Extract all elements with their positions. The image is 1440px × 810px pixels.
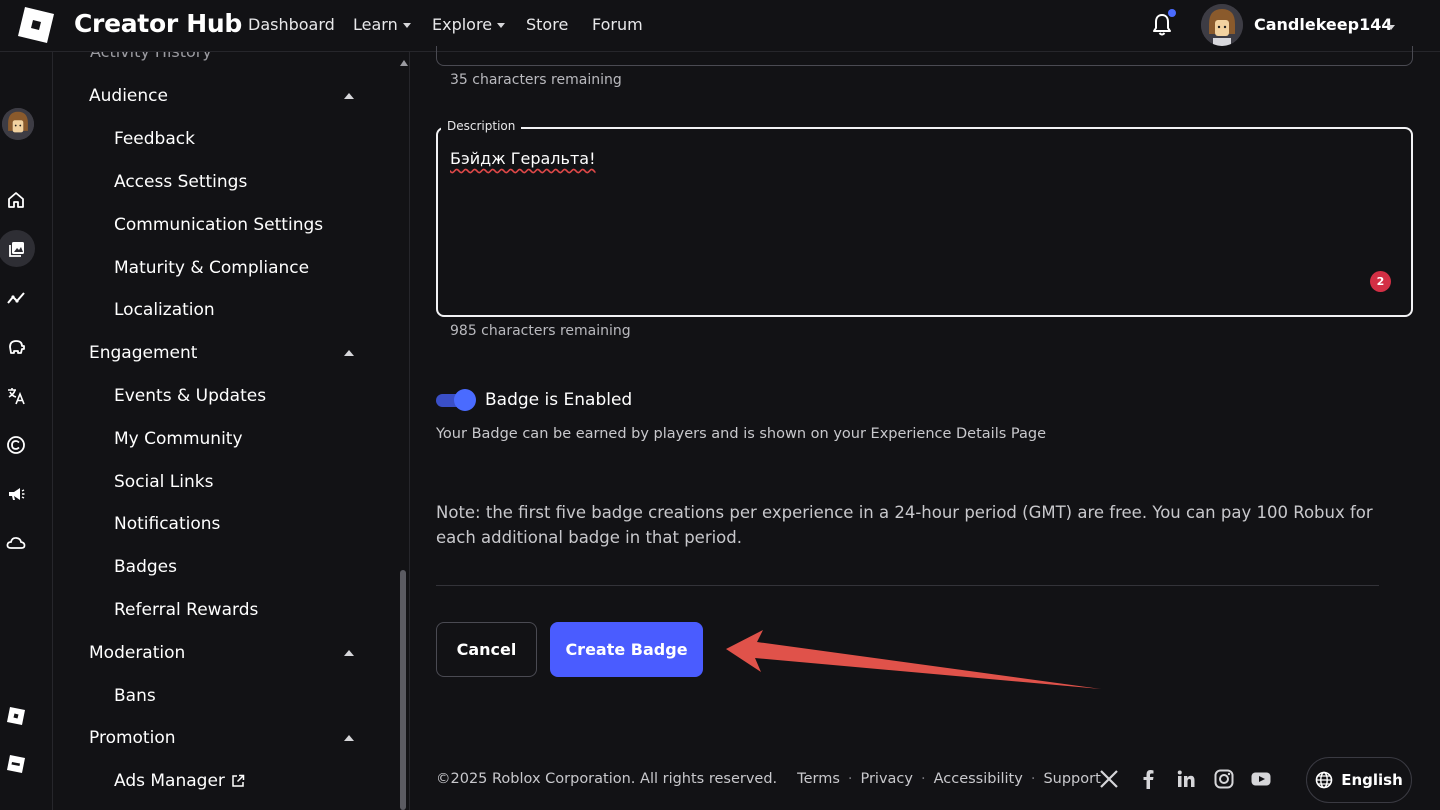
toggle-knob xyxy=(454,389,476,411)
chevron-up-icon[interactable] xyxy=(344,350,354,356)
language-selector[interactable]: English xyxy=(1306,757,1412,803)
chevron-down-icon xyxy=(497,23,506,28)
sidebar-group-moderation[interactable]: Moderation xyxy=(89,643,185,663)
monetization-icon[interactable] xyxy=(4,335,28,359)
create-badge-button[interactable]: Create Badge xyxy=(550,622,703,677)
sidebar-item-referral-rewards[interactable]: Referral Rewards xyxy=(114,600,258,620)
globe-icon xyxy=(1315,771,1333,789)
badge-name-field[interactable] xyxy=(436,46,1413,66)
roblox-logo-icon[interactable] xyxy=(18,7,54,43)
scroll-up-arrow[interactable] xyxy=(400,60,408,66)
sidebar-group-engagement[interactable]: Engagement xyxy=(89,343,197,363)
footer-link-privacy[interactable]: Privacy xyxy=(860,771,913,787)
separator-dot: · xyxy=(1030,771,1036,787)
sidebar-item-social-links[interactable]: Social Links xyxy=(114,472,213,492)
analytics-icon[interactable] xyxy=(4,286,28,310)
nav-dashboard-label: Dashboard xyxy=(248,15,335,34)
sidebar-scrollbar-thumb[interactable] xyxy=(400,570,406,810)
nav-store-label: Store xyxy=(526,15,569,34)
footer-link-terms[interactable]: Terms xyxy=(797,771,840,787)
sidebar-item-bans[interactable]: Bans xyxy=(114,686,156,706)
copyright-icon[interactable] xyxy=(4,433,28,457)
description-label: Description xyxy=(441,119,522,133)
sidebar-item-ads-manager[interactable]: Ads Manager xyxy=(114,771,245,791)
chevron-down-icon[interactable] xyxy=(1387,25,1395,30)
user-avatar[interactable] xyxy=(1201,4,1243,46)
footer-link-accessibility[interactable]: Accessibility xyxy=(934,771,1023,787)
icon-rail xyxy=(0,52,53,810)
nav-forum[interactable]: Forum xyxy=(592,15,643,34)
external-link-icon xyxy=(232,774,245,787)
avatar-image xyxy=(2,108,34,140)
annotation-arrow xyxy=(726,630,1101,689)
sidebar-item-access-settings[interactable]: Access Settings xyxy=(114,172,247,192)
chevron-down-icon xyxy=(402,23,411,28)
badge-cost-note: Note: the first five badge creations per… xyxy=(436,503,1373,547)
top-navigation-bar: Creator Hub Dashboard Learn Explore Stor… xyxy=(0,0,1440,52)
footer: ©2025 Roblox Corporation. All rights res… xyxy=(436,771,1101,787)
nav-store[interactable]: Store xyxy=(526,15,568,34)
name-remaining-count: 35 characters remaining xyxy=(450,72,622,88)
description-value[interactable]: Бэйдж Геральта! xyxy=(450,149,595,168)
nav-explore-label: Explore xyxy=(432,15,493,34)
spellcheck-issue-badge[interactable]: 2 xyxy=(1370,271,1391,292)
description-remaining-count: 985 characters remaining xyxy=(450,323,631,339)
ads-megaphone-icon[interactable] xyxy=(4,482,28,506)
nav-forum-label: Forum xyxy=(592,15,643,34)
roblox-wordmark-icon[interactable] xyxy=(4,752,28,776)
language-label: English xyxy=(1341,771,1403,789)
sidebar-item-badges[interactable]: Badges xyxy=(114,557,177,577)
sidebar-group-audience[interactable]: Audience xyxy=(89,86,168,106)
username[interactable]: Candlekeep144 xyxy=(1254,15,1392,34)
sidebar-item-activity-history[interactable]: Activity History xyxy=(90,52,212,61)
nav-learn[interactable]: Learn xyxy=(353,15,411,34)
copyright-text: ©2025 Roblox Corporation. All rights res… xyxy=(436,771,778,787)
sidebar-item-events-updates[interactable]: Events & Updates xyxy=(114,386,266,406)
facebook-icon[interactable] xyxy=(1137,768,1161,792)
separator-dot: · xyxy=(847,771,853,787)
translate-icon[interactable] xyxy=(4,384,28,408)
sidebar: Activity History Audience Feedback Acces… xyxy=(54,52,410,810)
sidebar-item-maturity-compliance[interactable]: Maturity & Compliance xyxy=(114,258,309,278)
sidebar-item-notifications[interactable]: Notifications xyxy=(114,514,220,534)
toggle-label: Badge is Enabled xyxy=(485,390,633,410)
sidebar-item-localization[interactable]: Localization xyxy=(114,300,215,320)
brand-title[interactable]: Creator Hub xyxy=(74,9,242,38)
chevron-up-icon[interactable] xyxy=(344,650,354,656)
sidebar-item-communication-settings[interactable]: Communication Settings xyxy=(114,215,323,235)
notification-dot xyxy=(1168,9,1176,17)
nav-explore[interactable]: Explore xyxy=(432,15,506,34)
cancel-button[interactable]: Cancel xyxy=(436,622,537,677)
nav-learn-label: Learn xyxy=(353,15,398,34)
sidebar-item-label: Ads Manager xyxy=(114,771,225,791)
x-icon[interactable] xyxy=(1098,768,1122,792)
sidebar-item-feedback[interactable]: Feedback xyxy=(114,129,195,149)
separator-dot: · xyxy=(920,771,926,787)
cloud-icon[interactable] xyxy=(4,531,28,555)
youtube-icon[interactable] xyxy=(1250,768,1274,792)
sidebar-item-my-community[interactable]: My Community xyxy=(114,429,243,449)
rail-avatar[interactable] xyxy=(2,108,34,140)
badge-enabled-toggle[interactable] xyxy=(436,389,476,411)
creations-icon[interactable] xyxy=(0,230,35,267)
main-content: 35 characters remaining Description Бэйд… xyxy=(411,46,1440,810)
roblox-logo-icon[interactable] xyxy=(4,704,28,728)
chevron-up-icon[interactable] xyxy=(344,735,354,741)
footer-link-support[interactable]: Support xyxy=(1043,771,1100,787)
divider xyxy=(436,585,1379,586)
sidebar-group-promotion[interactable]: Promotion xyxy=(89,728,176,748)
toggle-help-text: Your Badge can be earned by players and … xyxy=(436,426,1046,442)
chevron-up-icon[interactable] xyxy=(344,93,354,99)
nav-dashboard[interactable]: Dashboard xyxy=(248,15,335,34)
instagram-icon[interactable] xyxy=(1213,768,1237,792)
home-icon[interactable] xyxy=(4,188,28,212)
linkedin-icon[interactable] xyxy=(1175,768,1199,792)
avatar-image xyxy=(1201,4,1243,46)
